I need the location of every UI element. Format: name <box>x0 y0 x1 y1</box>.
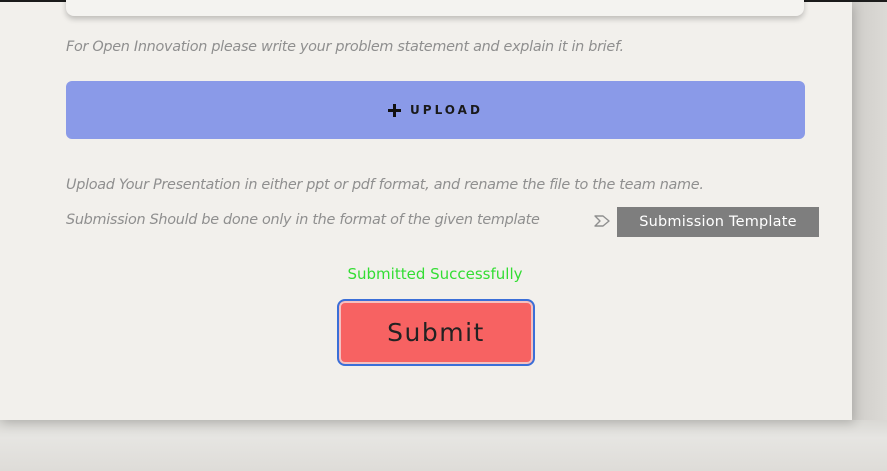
open-innovation-hint: For Open Innovation please write your pr… <box>66 39 624 55</box>
page-background-side <box>852 2 887 420</box>
upload-button[interactable]: UPLOAD <box>66 81 805 139</box>
submit-button[interactable]: Submit <box>337 299 535 366</box>
submission-template-button[interactable]: Submission Template <box>617 207 819 237</box>
status-message: Submitted Successfully <box>347 265 523 283</box>
upload-button-label: UPLOAD <box>410 103 483 117</box>
problem-statement-field[interactable] <box>66 0 804 16</box>
arrow-right-icon <box>594 215 610 227</box>
template-hint: Submission Should be done only in the fo… <box>66 212 540 228</box>
plus-icon <box>388 103 402 117</box>
upload-format-hint: Upload Your Presentation in either ppt o… <box>66 177 704 193</box>
page-background <box>0 420 887 471</box>
upload-button-content: UPLOAD <box>388 103 483 117</box>
